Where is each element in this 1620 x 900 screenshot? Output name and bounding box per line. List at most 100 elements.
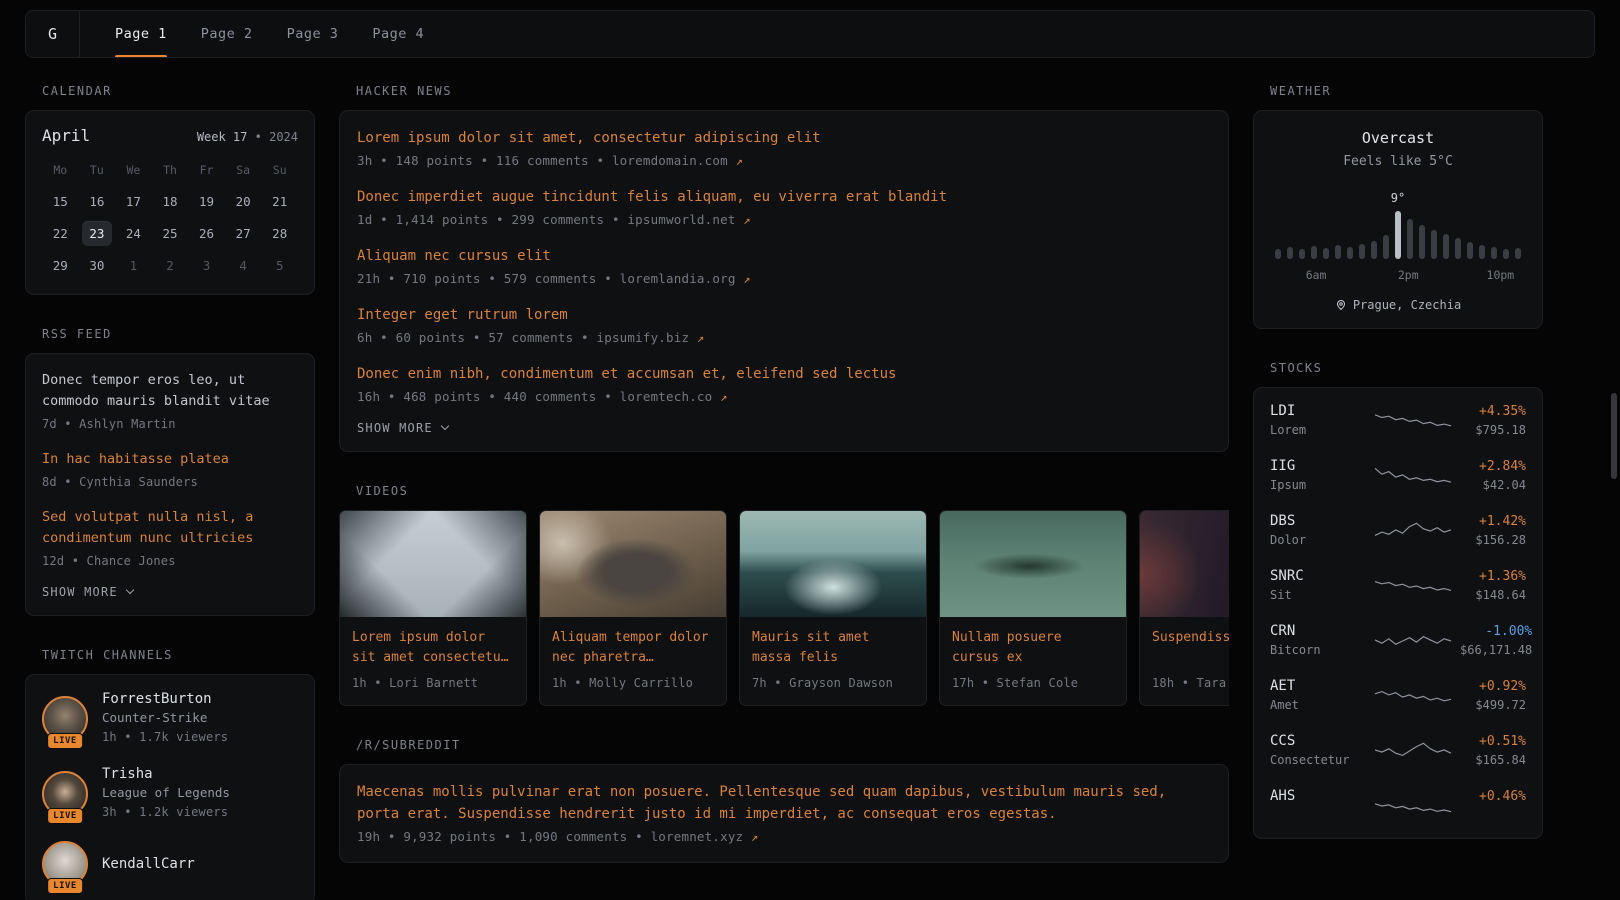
rss-item-meta: 8d • Cynthia Saunders — [42, 473, 298, 491]
video-title[interactable]: Suspendisse diam — [1152, 628, 1229, 668]
channel-game: Counter-Strike — [102, 710, 228, 725]
stock-row-ahs[interactable]: AHS+0.46% — [1254, 778, 1542, 833]
calendar-day: 21 — [261, 189, 298, 214]
hackernews-title[interactable]: Donec imperdiet augue tincidunt felis al… — [357, 186, 1211, 208]
video-title[interactable]: Nullam posuere cursus ex — [952, 628, 1114, 668]
hackernews-domain-link[interactable]: ipsumworld.net ↗ — [627, 212, 750, 227]
hackernews-title[interactable]: Donec enim nibh, condimentum et accumsan… — [357, 363, 1211, 385]
stock-row-ldi[interactable]: LDILorem+4.35%$795.18 — [1254, 393, 1542, 448]
hackernews-item-list: Lorem ipsum dolor sit amet, consectetur … — [357, 127, 1211, 406]
twitch-channel[interactable]: LIVETrishaLeague of Legends3h • 1.2k vie… — [42, 766, 298, 821]
stock-price: $165.84 — [1460, 753, 1526, 768]
stock-row-ccs[interactable]: CCSConsectetur+0.51%$165.84 — [1254, 723, 1542, 778]
external-link-icon: ↗ — [743, 213, 750, 227]
hackernews-title[interactable]: Integer eget rutrum lorem — [357, 304, 1211, 326]
hackernews-title[interactable]: Aliquam nec cursus elit — [357, 245, 1211, 267]
hackernews-meta: 16h • 468 points • 440 comments • loremt… — [357, 388, 1211, 406]
channel-name[interactable]: ForrestBurton — [102, 691, 228, 707]
stock-change: +1.36% — [1460, 569, 1526, 584]
rss-item-title[interactable]: In hac habitasse platea — [42, 449, 298, 470]
subreddit-domain-link[interactable]: loremnet.xyz ↗ — [651, 829, 759, 844]
live-badge: LIVE — [47, 808, 83, 824]
video-title[interactable]: Aliquam tempor dolor nec pharetra… — [552, 628, 714, 668]
rss-show-more-button[interactable]: SHOW MORE — [42, 585, 133, 599]
rss-item-title[interactable]: Donec tempor eros leo, ut commodo mauris… — [42, 370, 298, 412]
hackernews-item: Donec enim nibh, condimentum et accumsan… — [357, 363, 1211, 406]
hackernews-domain-link[interactable]: loremlandia.org ↗ — [620, 271, 751, 286]
stock-change: +4.35% — [1460, 404, 1526, 419]
stock-sparkline — [1374, 408, 1452, 434]
stock-name: Consectetur — [1270, 753, 1366, 768]
rss-item-title[interactable]: Sed volutpat nulla nisl, a condimentum n… — [42, 507, 298, 549]
subreddit-meta: 19h • 9,932 points • 1,090 comments • lo… — [357, 828, 1211, 846]
hackernews-meta-text: 21h • 710 points • 579 comments • — [357, 271, 620, 286]
calendar-month: April — [42, 126, 90, 145]
tab-page-2[interactable]: Page 2 — [184, 11, 270, 57]
calendar-day: 27 — [225, 221, 262, 246]
stock-row-iig[interactable]: IIGIpsum+2.84%$42.04 — [1254, 448, 1542, 503]
channel-name[interactable]: Trisha — [102, 766, 230, 782]
video-title[interactable]: Lorem ipsum dolor sit amet consectetu… — [352, 628, 514, 668]
video-meta: 18h • Tara — [1152, 674, 1229, 692]
rss-item: Sed volutpat nulla nisl, a condimentum n… — [42, 507, 298, 570]
live-badge: LIVE — [47, 878, 83, 894]
stock-row-snrc[interactable]: SNRCSit+1.36%$148.64 — [1254, 558, 1542, 613]
subreddit-section: /R/SUBREDDIT Maecenas mollis pulvinar er… — [339, 738, 1229, 863]
stock-values: +1.42%$156.28 — [1460, 514, 1526, 548]
video-card[interactable]: Nullam posuere cursus ex17h • Stefan Col… — [939, 510, 1127, 706]
stock-sparkline — [1374, 683, 1452, 709]
top-bar: G Page 1Page 2Page 3Page 4 — [25, 10, 1595, 58]
tab-page-3[interactable]: Page 3 — [270, 11, 356, 57]
subreddit-title[interactable]: Maecenas mollis pulvinar erat non posuer… — [357, 781, 1211, 825]
hackernews-domain-link[interactable]: loremdomain.com ↗ — [612, 153, 743, 168]
channel-info: KendallCarr — [102, 856, 195, 872]
stock-row-crn[interactable]: CRNBitcorn-1.00%$66,171.48 — [1254, 613, 1542, 668]
stock-sparkline — [1374, 573, 1452, 599]
chevron-down-icon — [126, 586, 134, 594]
video-title[interactable]: Mauris sit amet massa felis — [752, 628, 914, 668]
calendar-days-grid: 1516171819202122232425262728293012345 — [42, 189, 298, 278]
subreddit-item: Maecenas mollis pulvinar erat non posuer… — [357, 781, 1211, 846]
hackernews-show-more-button[interactable]: SHOW MORE — [357, 421, 448, 435]
hackernews-domain-link[interactable]: ipsumify.biz ↗ — [597, 330, 705, 345]
chevron-down-icon — [441, 422, 449, 430]
stock-price: $795.18 — [1460, 423, 1526, 438]
stock-id: DBSDolor — [1270, 513, 1366, 548]
calendar-header: April Week 17 • 2024 — [42, 126, 298, 145]
rss-item-meta: 12d • Chance Jones — [42, 552, 298, 570]
video-card-body: Suspendisse diam 18h • Tara — [1140, 617, 1229, 705]
tab-page-4[interactable]: Page 4 — [355, 11, 441, 57]
stock-price: $156.28 — [1460, 533, 1526, 548]
channel-meta: 1h • 1.7k viewers — [102, 728, 228, 746]
weather-bar-chart: 9° — [1270, 211, 1526, 259]
app-logo: G — [26, 11, 80, 57]
stock-row-aet[interactable]: AETAmet+0.92%$499.72 — [1254, 668, 1542, 723]
hackernews-domain-link[interactable]: loremtech.co ↗ — [620, 389, 728, 404]
calendar-section: CALENDAR April Week 17 • 2024 MoTuWeThFr… — [25, 84, 315, 295]
stock-row-dbs[interactable]: DBSDolor +1.42%$156.28 — [1254, 503, 1542, 558]
video-meta: 1h • Lori Barnett — [352, 674, 514, 692]
tab-page-1[interactable]: Page 1 — [98, 11, 184, 57]
video-card[interactable]: Mauris sit amet massa felis7h • Grayson … — [739, 510, 927, 706]
weather-time-label: 10pm — [1487, 268, 1515, 282]
weather-bar — [1371, 241, 1377, 259]
twitch-section-label: TWITCH CHANNELS — [42, 648, 315, 662]
stocks-card: LDILorem+4.35%$795.18IIGIpsum+2.84%$42.0… — [1253, 387, 1543, 839]
scrollbar[interactable] — [1611, 393, 1617, 479]
twitch-channel[interactable]: LIVEKendallCarr — [42, 841, 298, 887]
twitch-channel[interactable]: LIVEForrestBurtonCounter-Strike1h • 1.7k… — [42, 691, 298, 746]
video-card[interactable]: Suspendisse diam 18h • Tara — [1139, 510, 1229, 706]
video-card[interactable]: Lorem ipsum dolor sit amet consectetu… 1h… — [339, 510, 527, 706]
video-meta: 1h • Molly Carrillo — [552, 674, 714, 692]
hackernews-item: Lorem ipsum dolor sit amet, consectetur … — [357, 127, 1211, 170]
weather-condition: Overcast — [1270, 129, 1526, 147]
calendar-day: 26 — [188, 221, 225, 246]
video-card[interactable]: Aliquam tempor dolor nec pharetra… 1h • M… — [539, 510, 727, 706]
hackernews-section-label: HACKER NEWS — [356, 84, 1229, 98]
stock-name: Lorem — [1270, 423, 1366, 438]
stock-id: SNRCSit — [1270, 568, 1366, 603]
stock-change: +0.92% — [1460, 679, 1526, 694]
hackernews-meta: 1d • 1,414 points • 299 comments • ipsum… — [357, 211, 1211, 229]
channel-name[interactable]: KendallCarr — [102, 856, 195, 872]
hackernews-title[interactable]: Lorem ipsum dolor sit amet, consectetur … — [357, 127, 1211, 149]
